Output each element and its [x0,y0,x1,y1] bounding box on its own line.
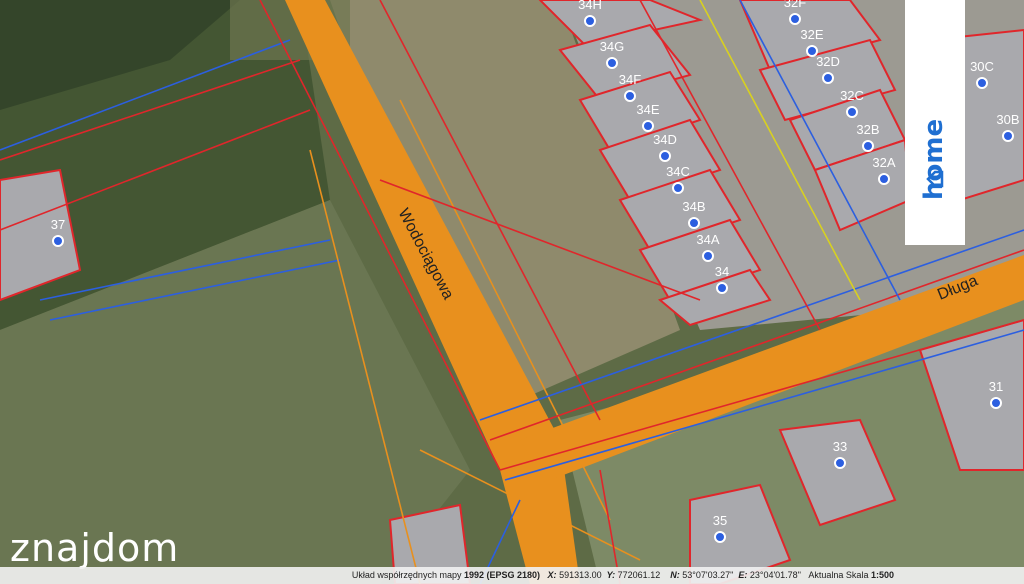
parcel-label: 34G [600,39,625,54]
location-pin-icon[interactable] [716,282,728,294]
parcel-label: 32D [816,54,840,69]
map-canvas[interactable]: Wodociągowa Długa 34H34G34F34E34D34C34B3… [0,0,1024,584]
parcel-label: 33 [833,439,847,454]
coord-system-value: 1992 (EPSG 2180) [463,570,541,580]
x-value: 591313.00 [559,570,602,580]
scale-value: 1:500 [870,570,894,580]
coord-system-label: Układ współrzędnych mapy [351,570,462,580]
location-pin-icon[interactable] [714,531,726,543]
parcel-marker[interactable]: 35 [713,513,727,543]
location-pin-icon[interactable] [822,72,834,84]
location-pin-icon[interactable] [642,120,654,132]
parcel-marker[interactable]: 33 [833,439,847,469]
parcel-label: 30B [996,112,1019,127]
location-pin-icon[interactable] [878,173,890,185]
parcel-label: 30C [970,59,994,74]
n-value: 53°07'03.27" [682,570,734,580]
location-pin-icon[interactable] [976,77,988,89]
scale-label: Aktualna Skala [808,570,869,580]
location-pin-icon[interactable] [846,106,858,118]
location-pin-icon[interactable] [702,250,714,262]
parcel-label: 37 [51,217,65,232]
home-badge[interactable]: home [905,0,965,245]
y-value: 772061.12 [617,570,661,580]
parcel-label: 34A [696,232,719,247]
parcel-label: 34H [578,0,602,12]
parcel-marker[interactable]: 37 [51,217,65,247]
parcel-label: 32B [856,122,879,137]
location-pin-icon[interactable] [52,235,64,247]
parcel-label: 34F [619,72,641,87]
parcel-label: 34D [653,132,677,147]
location-pin-icon[interactable] [990,397,1002,409]
location-pin-icon[interactable] [624,90,636,102]
parcel-label: 34C [666,164,690,179]
n-label: N: [670,570,680,580]
parcel-label: 34 [715,264,729,279]
location-pin-icon[interactable] [834,457,846,469]
parcel-label: 32F [784,0,806,10]
location-pin-icon[interactable] [688,217,700,229]
location-pin-icon[interactable] [789,13,801,25]
location-pin-icon[interactable] [862,140,874,152]
status-bar: Układ współrzędnych mapy 1992 (EPSG 2180… [0,567,1024,584]
parcel-label: 34B [682,199,705,214]
location-pin-icon[interactable] [584,15,596,27]
parcel-marker[interactable]: 34 [715,264,729,294]
parcel-marker[interactable]: 31 [989,379,1003,409]
parcel-label: 32A [872,155,895,170]
parcel-label: 34E [636,102,659,117]
home-badge-text: home [919,118,949,200]
location-pin-icon[interactable] [672,182,684,194]
x-label: X: [547,570,557,580]
parcel-label: 35 [713,513,727,528]
parcel-label: 32E [800,27,823,42]
location-pin-icon[interactable] [659,150,671,162]
parcel-label: 32C [840,88,864,103]
location-pin-icon[interactable] [1002,130,1014,142]
y-label: Y: [606,570,616,580]
parcel-label: 31 [989,379,1003,394]
location-pin-icon[interactable] [606,57,618,69]
e-label: E: [738,570,748,580]
brand-logo: znajdom [10,526,180,570]
e-value: 23°04'01.78" [749,570,801,580]
